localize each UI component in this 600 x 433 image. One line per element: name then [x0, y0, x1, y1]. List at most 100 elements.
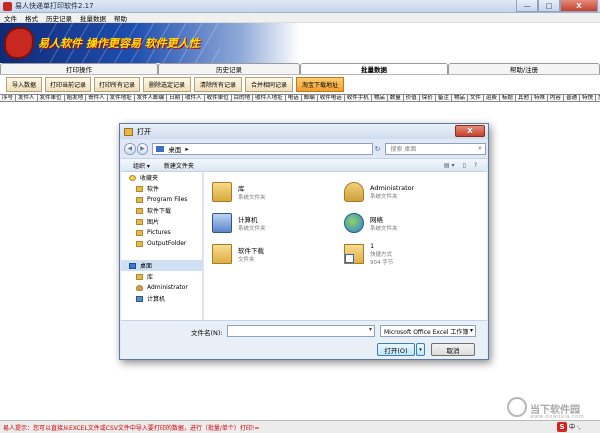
star-icon [129, 174, 136, 181]
search-icon[interactable]: ⌕ [478, 144, 482, 153]
print-current-button[interactable]: 打印当前记录 [45, 77, 91, 92]
column-header[interactable]: 普通 [564, 95, 580, 101]
nav-item[interactable]: 图片 [121, 216, 202, 227]
chevron-right-icon[interactable]: ▸ [185, 145, 188, 153]
nav-item[interactable]: Administrator [121, 282, 202, 293]
filetype-value: Microsoft Office Excel 工作簿 [384, 328, 469, 336]
address-bar: ◀ ▶ 桌面 ▸ ↻ 搜索 桌面 ⌕ [124, 141, 486, 156]
column-header[interactable]: 加急 [596, 95, 600, 101]
file-item-administrator[interactable]: Administrator 系统文件夹 [344, 178, 474, 206]
filetype-select[interactable]: Microsoft Office Excel 工作簿 ▾ [380, 325, 476, 337]
nav-item[interactable]: 库 [121, 271, 202, 282]
status-bar: 易人提示：您可以直接从EXCEL文件或CSV文件中导入要打印的数据，进行（批量/… [0, 420, 600, 433]
tab-history[interactable]: 历史记录 [158, 63, 300, 74]
view-options-icon[interactable]: ▤ ▾ [444, 162, 455, 169]
filename-input[interactable]: ▾ [227, 325, 375, 337]
folder-icon [136, 196, 143, 203]
cancel-button[interactable]: 取消 [431, 343, 475, 356]
column-header[interactable]: 收件人地址 [253, 95, 286, 101]
file-item-network[interactable]: 网络 系统文件夹 [344, 209, 474, 237]
ime-toolbar[interactable]: S 中 ·, [557, 421, 581, 432]
print-all-button[interactable]: 打印所有记录 [94, 77, 140, 92]
tab-help-register[interactable]: 帮助/注册 [448, 63, 600, 74]
menu-batch[interactable]: 批量数据 [76, 13, 110, 23]
column-header[interactable]: 物品 [372, 95, 388, 101]
column-header[interactable]: 发件人 [16, 95, 38, 101]
address-input[interactable]: 桌面 ▸ [152, 142, 373, 155]
sogou-icon[interactable]: S [557, 421, 567, 432]
delete-selected-button[interactable]: 删除选定记录 [143, 77, 191, 92]
menu-file[interactable]: 文件 [0, 13, 21, 23]
tab-batch-data[interactable]: 批量数据 [300, 63, 448, 74]
nav-item[interactable]: Program Files [121, 194, 202, 205]
nav-item[interactable]: 软件下载 [121, 205, 202, 216]
close-button[interactable]: X [560, 0, 598, 12]
column-header[interactable]: 物品 [452, 95, 468, 101]
column-header[interactable]: 收件人 [183, 95, 205, 101]
merge-same-button[interactable]: 合并相同记录 [245, 77, 293, 92]
file-item-software-download[interactable]: 软件下载 文件夹 [212, 240, 342, 268]
dialog-close-button[interactable]: X [455, 125, 485, 137]
organize-button[interactable]: 组织 ▾ [133, 161, 150, 170]
open-button[interactable]: 打开(O) [377, 343, 415, 356]
column-header[interactable]: 序号 [0, 95, 17, 101]
refresh-icon[interactable]: ↻ [373, 143, 383, 155]
column-header[interactable]: 文件 [468, 95, 484, 101]
open-options-button[interactable]: ▾ [416, 343, 425, 356]
nav-item[interactable]: 计算机 [121, 293, 202, 304]
menu-help[interactable]: 帮助 [110, 13, 131, 23]
import-data-button[interactable]: 导入数据 [6, 77, 42, 92]
ime-mode[interactable]: 中 ·, [569, 422, 581, 431]
column-header[interactable]: 发件单位 [38, 95, 65, 101]
column-header[interactable]: 特殊 [532, 95, 548, 101]
maximize-button[interactable]: □ [538, 0, 560, 12]
column-header[interactable]: 日期 [167, 95, 184, 101]
column-header[interactable]: 其他 [516, 95, 532, 101]
column-header[interactable]: 备注 [436, 95, 452, 101]
clear-all-button[interactable]: 清除所有记录 [194, 77, 242, 92]
desktop-icon [156, 145, 165, 152]
taobao-download-button[interactable]: 淘宝下载地址 [296, 77, 344, 92]
column-header[interactable]: 收件单位 [205, 95, 232, 101]
search-input[interactable]: 搜索 桌面 ⌕ [385, 142, 486, 155]
file-item-computer[interactable]: 计算机 系统文件夹 [212, 209, 342, 237]
column-header[interactable]: 数量 [388, 95, 404, 101]
column-header[interactable]: 邮编 [302, 95, 318, 101]
minimize-button[interactable]: — [516, 0, 538, 12]
shortcut-icon [344, 244, 364, 264]
menu-format[interactable]: 格式 [21, 13, 42, 23]
menu-history[interactable]: 历史记录 [42, 13, 76, 23]
file-item-shortcut[interactable]: 1 快捷方式 904 字节 [344, 236, 474, 272]
column-header[interactable]: 发件地址 [108, 95, 135, 101]
column-header[interactable]: 寄件人 [86, 95, 108, 101]
nav-item-label: 图片 [147, 219, 160, 226]
nav-item[interactable]: OutputFolder [121, 238, 202, 249]
column-header[interactable]: 特快 [580, 95, 596, 101]
help-icon[interactable]: ? [474, 162, 477, 169]
nav-item[interactable]: 收藏夹 [121, 172, 202, 183]
forward-button[interactable]: ▶ [136, 142, 149, 155]
file-name: 库 [238, 185, 245, 193]
column-header[interactable]: 发件人邮编 [135, 95, 168, 101]
nav-item[interactable]: 软件 [121, 183, 202, 194]
chevron-down-icon[interactable]: ▾ [369, 326, 372, 333]
column-header[interactable]: 目的地 [232, 95, 254, 101]
column-header[interactable]: 始发地 [65, 95, 87, 101]
nav-item-label: 软件下载 [147, 208, 172, 215]
file-item-library[interactable]: 库系统文件夹 [212, 178, 342, 206]
column-header[interactable]: 电话 [286, 95, 302, 101]
column-header[interactable]: 内容 [548, 95, 564, 101]
new-folder-button[interactable]: 新建文件夹 [164, 161, 194, 170]
tab-print[interactable]: 打印操作 [0, 63, 158, 74]
chevron-down-icon[interactable]: ▾ [470, 327, 473, 334]
back-button[interactable]: ◀ [124, 142, 136, 155]
preview-pane-icon[interactable]: ▯ [463, 162, 466, 169]
column-header[interactable]: 价值 [404, 95, 420, 101]
column-header[interactable]: 保价 [420, 95, 436, 101]
column-header[interactable]: 收件电话 [318, 95, 345, 101]
nav-item[interactable]: Pictures [121, 227, 202, 238]
column-header[interactable]: 运费 [484, 95, 500, 101]
nav-item[interactable]: 桌面 [121, 260, 202, 271]
column-header[interactable]: 标题 [500, 95, 516, 101]
column-header[interactable]: 收件手机 [345, 95, 372, 101]
